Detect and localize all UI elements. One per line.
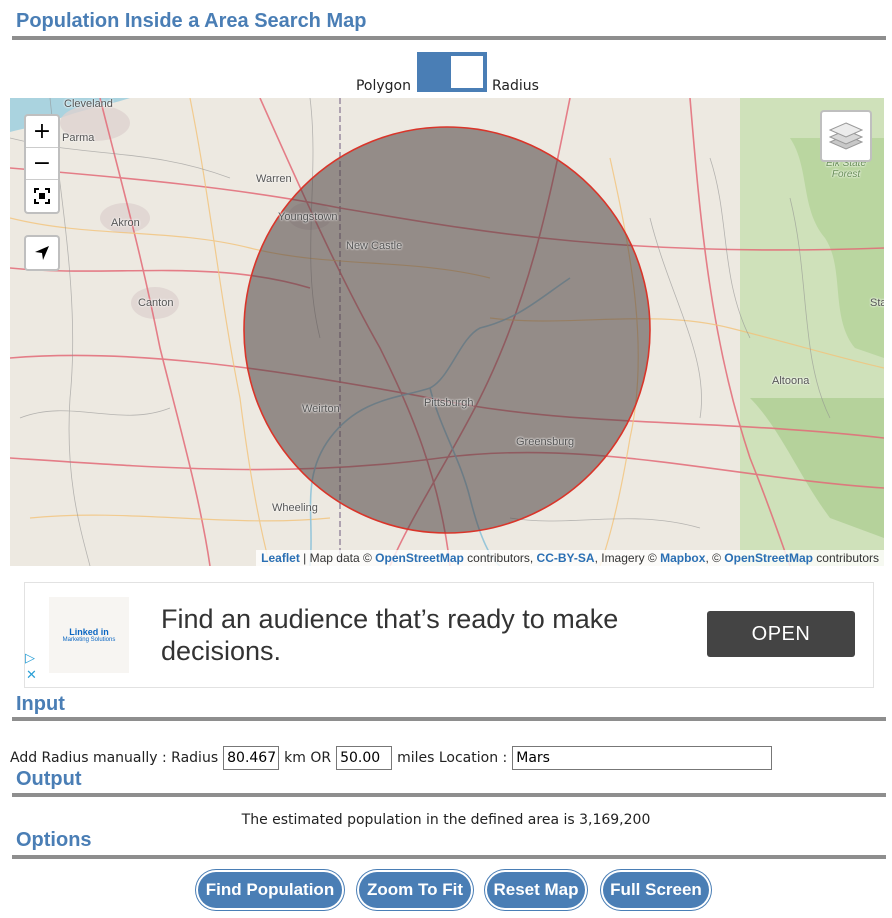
city-label-pittsburgh: Pittsburgh bbox=[424, 397, 474, 409]
radius-km-input[interactable] bbox=[223, 746, 280, 770]
find-population-button[interactable]: Find Population bbox=[198, 872, 342, 908]
options-section-title: Options bbox=[16, 829, 92, 851]
zoom-out-button[interactable]: − bbox=[26, 148, 58, 180]
city-label-cleveland: Cleveland bbox=[64, 98, 113, 110]
map-tiles bbox=[10, 98, 884, 566]
locate-control bbox=[24, 235, 60, 271]
ad-logo-sub: Marketing Solutions bbox=[62, 637, 116, 643]
city-label-weirton: Weirton bbox=[302, 403, 340, 415]
map-attribution: Leaflet | Map data © OpenStreetMap contr… bbox=[256, 550, 884, 566]
map-canvas[interactable]: Cleveland Parma Warren Youngstown Akron … bbox=[10, 98, 884, 566]
zoom-in-button[interactable]: + bbox=[26, 116, 58, 148]
mode-toggle-row: Polygon Radius bbox=[0, 52, 892, 94]
attribution-text-4: , © bbox=[705, 551, 725, 565]
title-divider bbox=[12, 36, 886, 40]
leaflet-link[interactable]: Leaflet bbox=[261, 551, 300, 565]
map-label-edge: Sta bbox=[870, 297, 884, 309]
attribution-text-1: | Map data © bbox=[299, 551, 376, 565]
input-section-title: Input bbox=[16, 693, 65, 715]
options-divider bbox=[12, 855, 886, 859]
layers-button[interactable] bbox=[820, 110, 872, 162]
full-screen-button[interactable]: Full Screen bbox=[603, 872, 709, 908]
osm-link-2[interactable]: OpenStreetMap bbox=[724, 551, 813, 565]
layers-icon bbox=[829, 122, 863, 150]
city-label-warren: Warren bbox=[256, 173, 292, 185]
input-divider bbox=[12, 717, 886, 721]
page-title: Population Inside a Area Search Map bbox=[16, 10, 367, 32]
ad-logo: Linked in Marketing Solutions bbox=[49, 597, 129, 673]
fit-bounds-icon bbox=[34, 188, 50, 204]
mapbox-link[interactable]: Mapbox bbox=[660, 551, 705, 565]
zoom-to-fit-button[interactable]: Zoom To Fit bbox=[359, 872, 471, 908]
output-divider bbox=[12, 793, 886, 797]
attribution-text-5: contributors bbox=[812, 551, 879, 565]
km-label: km OR bbox=[284, 750, 332, 766]
city-label-wheeling: Wheeling bbox=[272, 502, 318, 514]
polygon-radius-switch[interactable] bbox=[417, 52, 487, 92]
fit-bounds-button[interactable] bbox=[26, 180, 58, 212]
ad-close-icon[interactable]: ✕ bbox=[26, 668, 37, 683]
ad-choices-icon[interactable]: ▷ bbox=[25, 651, 35, 666]
locate-button[interactable] bbox=[26, 237, 58, 269]
attribution-text-2: contributors, bbox=[463, 551, 537, 565]
radius-label: Add Radius manually : Radius bbox=[10, 750, 219, 766]
ad-headline[interactable]: Find an audience that’s ready to make de… bbox=[161, 603, 701, 667]
radius-input-row: Add Radius manually : Radius km OR miles… bbox=[10, 746, 777, 770]
toggle-polygon-label[interactable]: Polygon bbox=[356, 78, 411, 94]
attribution-text-3: , Imagery © bbox=[594, 551, 661, 565]
radius-miles-input[interactable] bbox=[336, 746, 393, 770]
ad-logo-main: Linked in bbox=[69, 627, 109, 637]
city-label-altoona: Altoona bbox=[772, 375, 810, 387]
ad-banner[interactable]: Linked in Marketing Solutions Find an au… bbox=[24, 582, 874, 688]
options-button-row: Find Population Zoom To Fit Reset Map Fu… bbox=[0, 872, 892, 908]
cc-by-sa-link[interactable]: CC-BY-SA bbox=[537, 551, 595, 565]
locate-arrow-icon bbox=[35, 246, 49, 260]
city-label-parma: Parma bbox=[62, 132, 95, 144]
toggle-radius-label[interactable]: Radius bbox=[492, 78, 539, 94]
ad-open-button[interactable]: OPEN bbox=[707, 611, 855, 657]
output-section-title: Output bbox=[16, 768, 82, 790]
osm-link-1[interactable]: OpenStreetMap bbox=[375, 551, 464, 565]
zoom-controls: + − bbox=[24, 114, 60, 214]
city-label-new-castle: New Castle bbox=[346, 240, 403, 252]
city-label-akron: Akron bbox=[111, 217, 140, 229]
switch-knob[interactable] bbox=[451, 56, 483, 88]
city-label-canton: Canton bbox=[138, 297, 174, 309]
population-result: The estimated population in the defined … bbox=[241, 812, 651, 828]
miles-location-label: miles Location : bbox=[397, 750, 508, 766]
location-input[interactable] bbox=[512, 746, 773, 770]
city-label-youngstown: Youngstown bbox=[278, 211, 338, 223]
reset-map-button[interactable]: Reset Map bbox=[487, 872, 585, 908]
city-label-greensburg: Greensburg bbox=[516, 436, 575, 448]
